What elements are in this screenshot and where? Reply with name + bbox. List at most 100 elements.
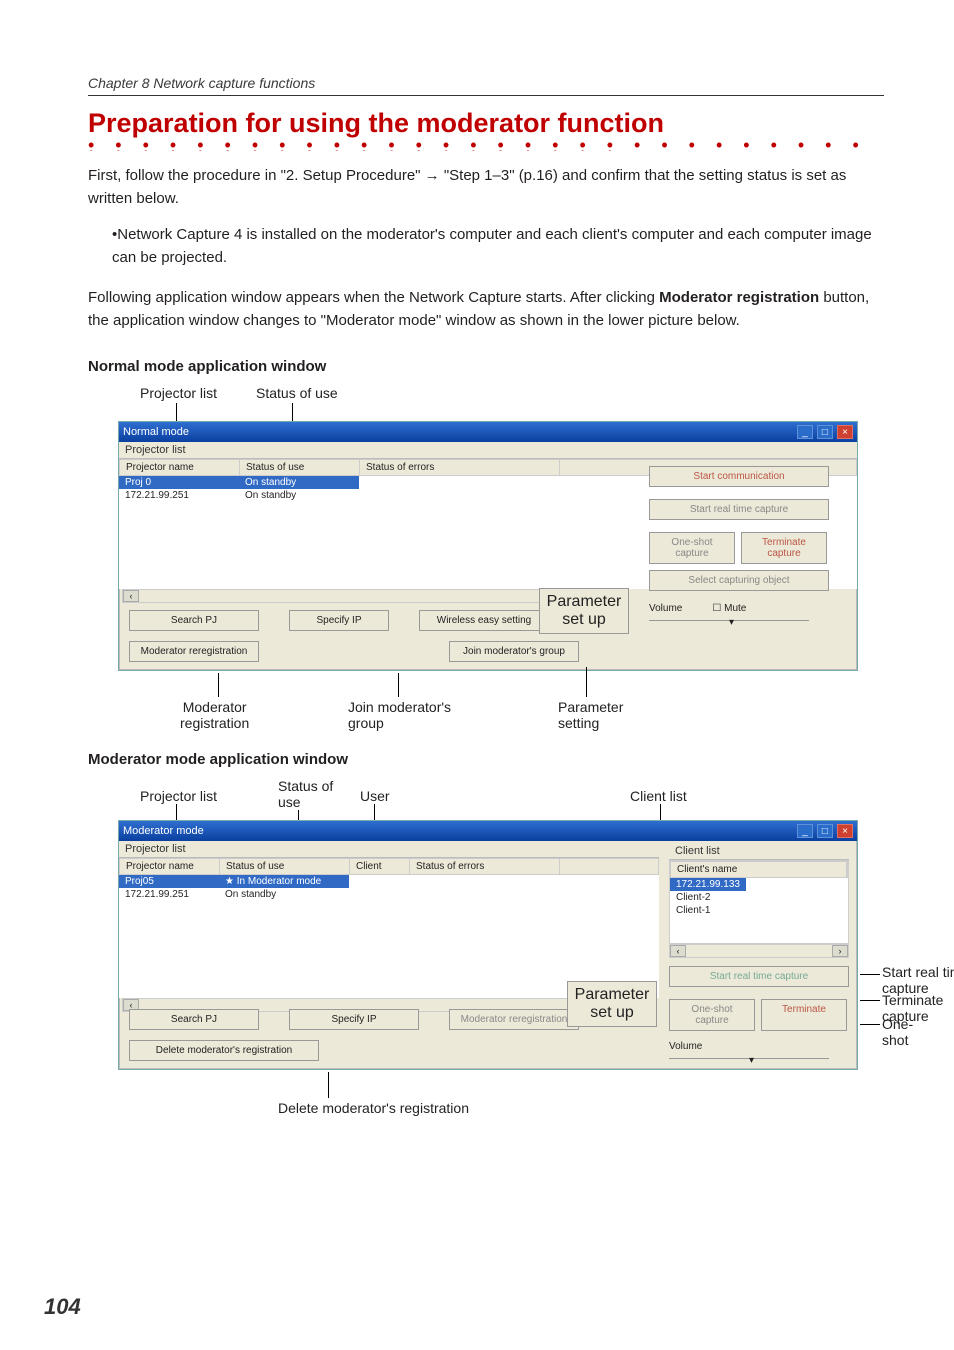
delete-moderator-registration-button[interactable]: Delete moderator's registration <box>129 1040 319 1061</box>
cell: Proj05 <box>119 875 219 888</box>
titlebar[interactable]: Moderator mode _ □ × <box>119 821 857 841</box>
label-client-list: Client list <box>630 788 687 804</box>
titlebar[interactable]: Normal mode _ □ × <box>119 422 857 442</box>
moderator-registration-button[interactable]: Moderator reregistration <box>129 641 259 662</box>
col-errors[interactable]: Status of errors <box>410 859 560 874</box>
table-row[interactable]: Proj05 ★ In Moderator mode <box>119 875 659 888</box>
callout-line <box>218 673 219 697</box>
cell: ★ In Moderator mode <box>219 875 349 888</box>
header-rule <box>88 95 884 96</box>
col-projector[interactable]: Projector name <box>120 460 240 475</box>
specify-ip-button[interactable]: Specify IP <box>289 610 389 631</box>
p2-bold: Moderator registration <box>659 289 819 306</box>
volume-label: Volume <box>649 603 682 614</box>
chapter-heading: Chapter 8 Network capture functions <box>88 75 884 91</box>
intro-text-a: First, follow the procedure in "2. Setup… <box>88 167 425 184</box>
minimize-icon[interactable]: _ <box>797 425 813 439</box>
terminate-capture-button[interactable]: Terminate capture <box>741 532 827 564</box>
normal-mode-window: Normal mode _ □ × Projector list Project… <box>118 421 858 671</box>
window-controls: _ □ × <box>796 425 853 439</box>
close-icon[interactable]: × <box>837 824 853 838</box>
cell: 172.21.99.251 <box>119 489 239 502</box>
intro-paragraph-1: First, follow the procedure in "2. Setup… <box>88 165 884 210</box>
callout-parameter-setting: Parameter setting <box>558 699 623 731</box>
scrollbar[interactable]: ‹ › <box>669 944 849 958</box>
right-button-column: Start communication Start real time capt… <box>649 466 849 621</box>
cell: On standby <box>219 888 349 901</box>
page-title: Preparation for using the moderator func… <box>88 108 884 139</box>
label-user: User <box>360 788 390 804</box>
moderator-mode-heading: Moderator mode application window <box>88 751 884 768</box>
parameter-setup-button[interactable]: Parameter set up <box>567 981 657 1027</box>
intro-paragraph-2: Following application window appears whe… <box>88 287 884 332</box>
callout-join-group: Join moderator's group <box>348 699 451 731</box>
close-icon[interactable]: × <box>837 425 853 439</box>
client-list-pane: Client list Client's name 172.21.99.133 … <box>669 843 849 1059</box>
table-header: Projector name Status of use Client Stat… <box>119 858 659 875</box>
projector-table: Projector name Status of use Client Stat… <box>119 858 659 998</box>
normal-mode-heading: Normal mode application window <box>88 358 884 375</box>
volume-label: Volume <box>669 1041 702 1052</box>
col-client[interactable]: Client <box>350 859 410 874</box>
page-number: 104 <box>44 1294 81 1320</box>
scroll-left-icon[interactable]: ‹ <box>670 945 686 957</box>
start-realtime-capture-button[interactable]: Start real time capture <box>649 499 829 520</box>
mute-checkbox[interactable]: ☐ Mute <box>712 603 746 614</box>
intro-bullet: •Network Capture 4 is installed on the m… <box>112 224 884 269</box>
wireless-easy-setting-button[interactable]: Wireless easy setting <box>419 610 549 631</box>
scroll-left-icon[interactable]: ‹ <box>123 590 139 602</box>
callout-oneshot: One-shot <box>882 1016 913 1048</box>
cell: On standby <box>239 489 359 502</box>
select-capturing-object-button[interactable]: Select capturing object <box>649 570 829 591</box>
col-status[interactable]: Status of use <box>240 460 360 475</box>
projector-list-label: Projector list <box>119 442 857 459</box>
window-title: Moderator mode <box>123 825 204 837</box>
callout-line <box>860 974 880 975</box>
col-projector[interactable]: Projector name <box>120 859 220 874</box>
list-item[interactable]: Client-2 <box>670 891 848 904</box>
window-title: Normal mode <box>123 426 189 438</box>
parameter-setup-button[interactable]: Parameter set up <box>539 588 629 634</box>
label-status-of-use: Status ofuse <box>278 778 333 810</box>
p2-a: Following application window appears whe… <box>88 289 659 306</box>
minimize-icon[interactable]: _ <box>797 824 813 838</box>
col-client-name[interactable]: Client's name <box>671 862 847 877</box>
projector-list-label: Projector list <box>119 841 659 858</box>
list-item[interactable]: Client-1 <box>670 904 848 917</box>
callout-line <box>586 667 587 697</box>
client-list-label: Client list <box>669 843 849 860</box>
callout-line <box>860 1000 880 1001</box>
label-projector-list: Projector list <box>140 385 217 401</box>
volume-slider[interactable]: ▾ <box>669 1058 829 1059</box>
scroll-right-icon[interactable]: › <box>832 945 848 957</box>
callout-delete-registration: Delete moderator's registration <box>278 1100 469 1116</box>
one-shot-capture-button[interactable]: One-shot capture <box>669 999 755 1031</box>
volume-slider[interactable]: ▾ <box>649 620 809 621</box>
join-moderator-group-button[interactable]: Join moderator's group <box>449 641 579 662</box>
slider-thumb-icon[interactable]: ▾ <box>749 1055 754 1066</box>
maximize-icon[interactable]: □ <box>817 824 833 838</box>
moderator-mode-diagram: Projector list Status ofuse User Client … <box>88 778 884 1138</box>
callout-line <box>328 1072 329 1098</box>
moderator-mode-window: Moderator mode _ □ × Projector list Proj… <box>118 820 858 1070</box>
slider-thumb-icon[interactable]: ▾ <box>729 617 734 628</box>
cell: Proj 0 <box>119 476 239 489</box>
terminate-button[interactable]: Terminate <box>761 999 847 1031</box>
dot-divider: • • • • • • • • • • • • • • • • • • • • … <box>88 141 884 151</box>
col-errors[interactable]: Status of errors <box>360 460 560 475</box>
window-controls: _ □ × <box>796 824 853 838</box>
maximize-icon[interactable]: □ <box>817 425 833 439</box>
table-row[interactable]: 172.21.99.251 On standby <box>119 888 659 901</box>
moderator-registration-button[interactable]: Moderator reregistration <box>449 1009 579 1030</box>
search-pj-button[interactable]: Search PJ <box>129 610 259 631</box>
normal-mode-diagram: Projector list Status of use Normal mode… <box>88 385 884 745</box>
start-communication-button[interactable]: Start communication <box>649 466 829 487</box>
specify-ip-button[interactable]: Specify IP <box>289 1009 419 1030</box>
cell: 172.21.99.251 <box>119 888 219 901</box>
one-shot-capture-button[interactable]: One-shot capture <box>649 532 735 564</box>
col-status[interactable]: Status of use <box>220 859 350 874</box>
start-realtime-capture-button[interactable]: Start real time capture <box>669 966 849 987</box>
list-item[interactable]: 172.21.99.133 <box>670 878 848 891</box>
search-pj-button[interactable]: Search PJ <box>129 1009 259 1030</box>
label-projector-list: Projector list <box>140 788 217 804</box>
